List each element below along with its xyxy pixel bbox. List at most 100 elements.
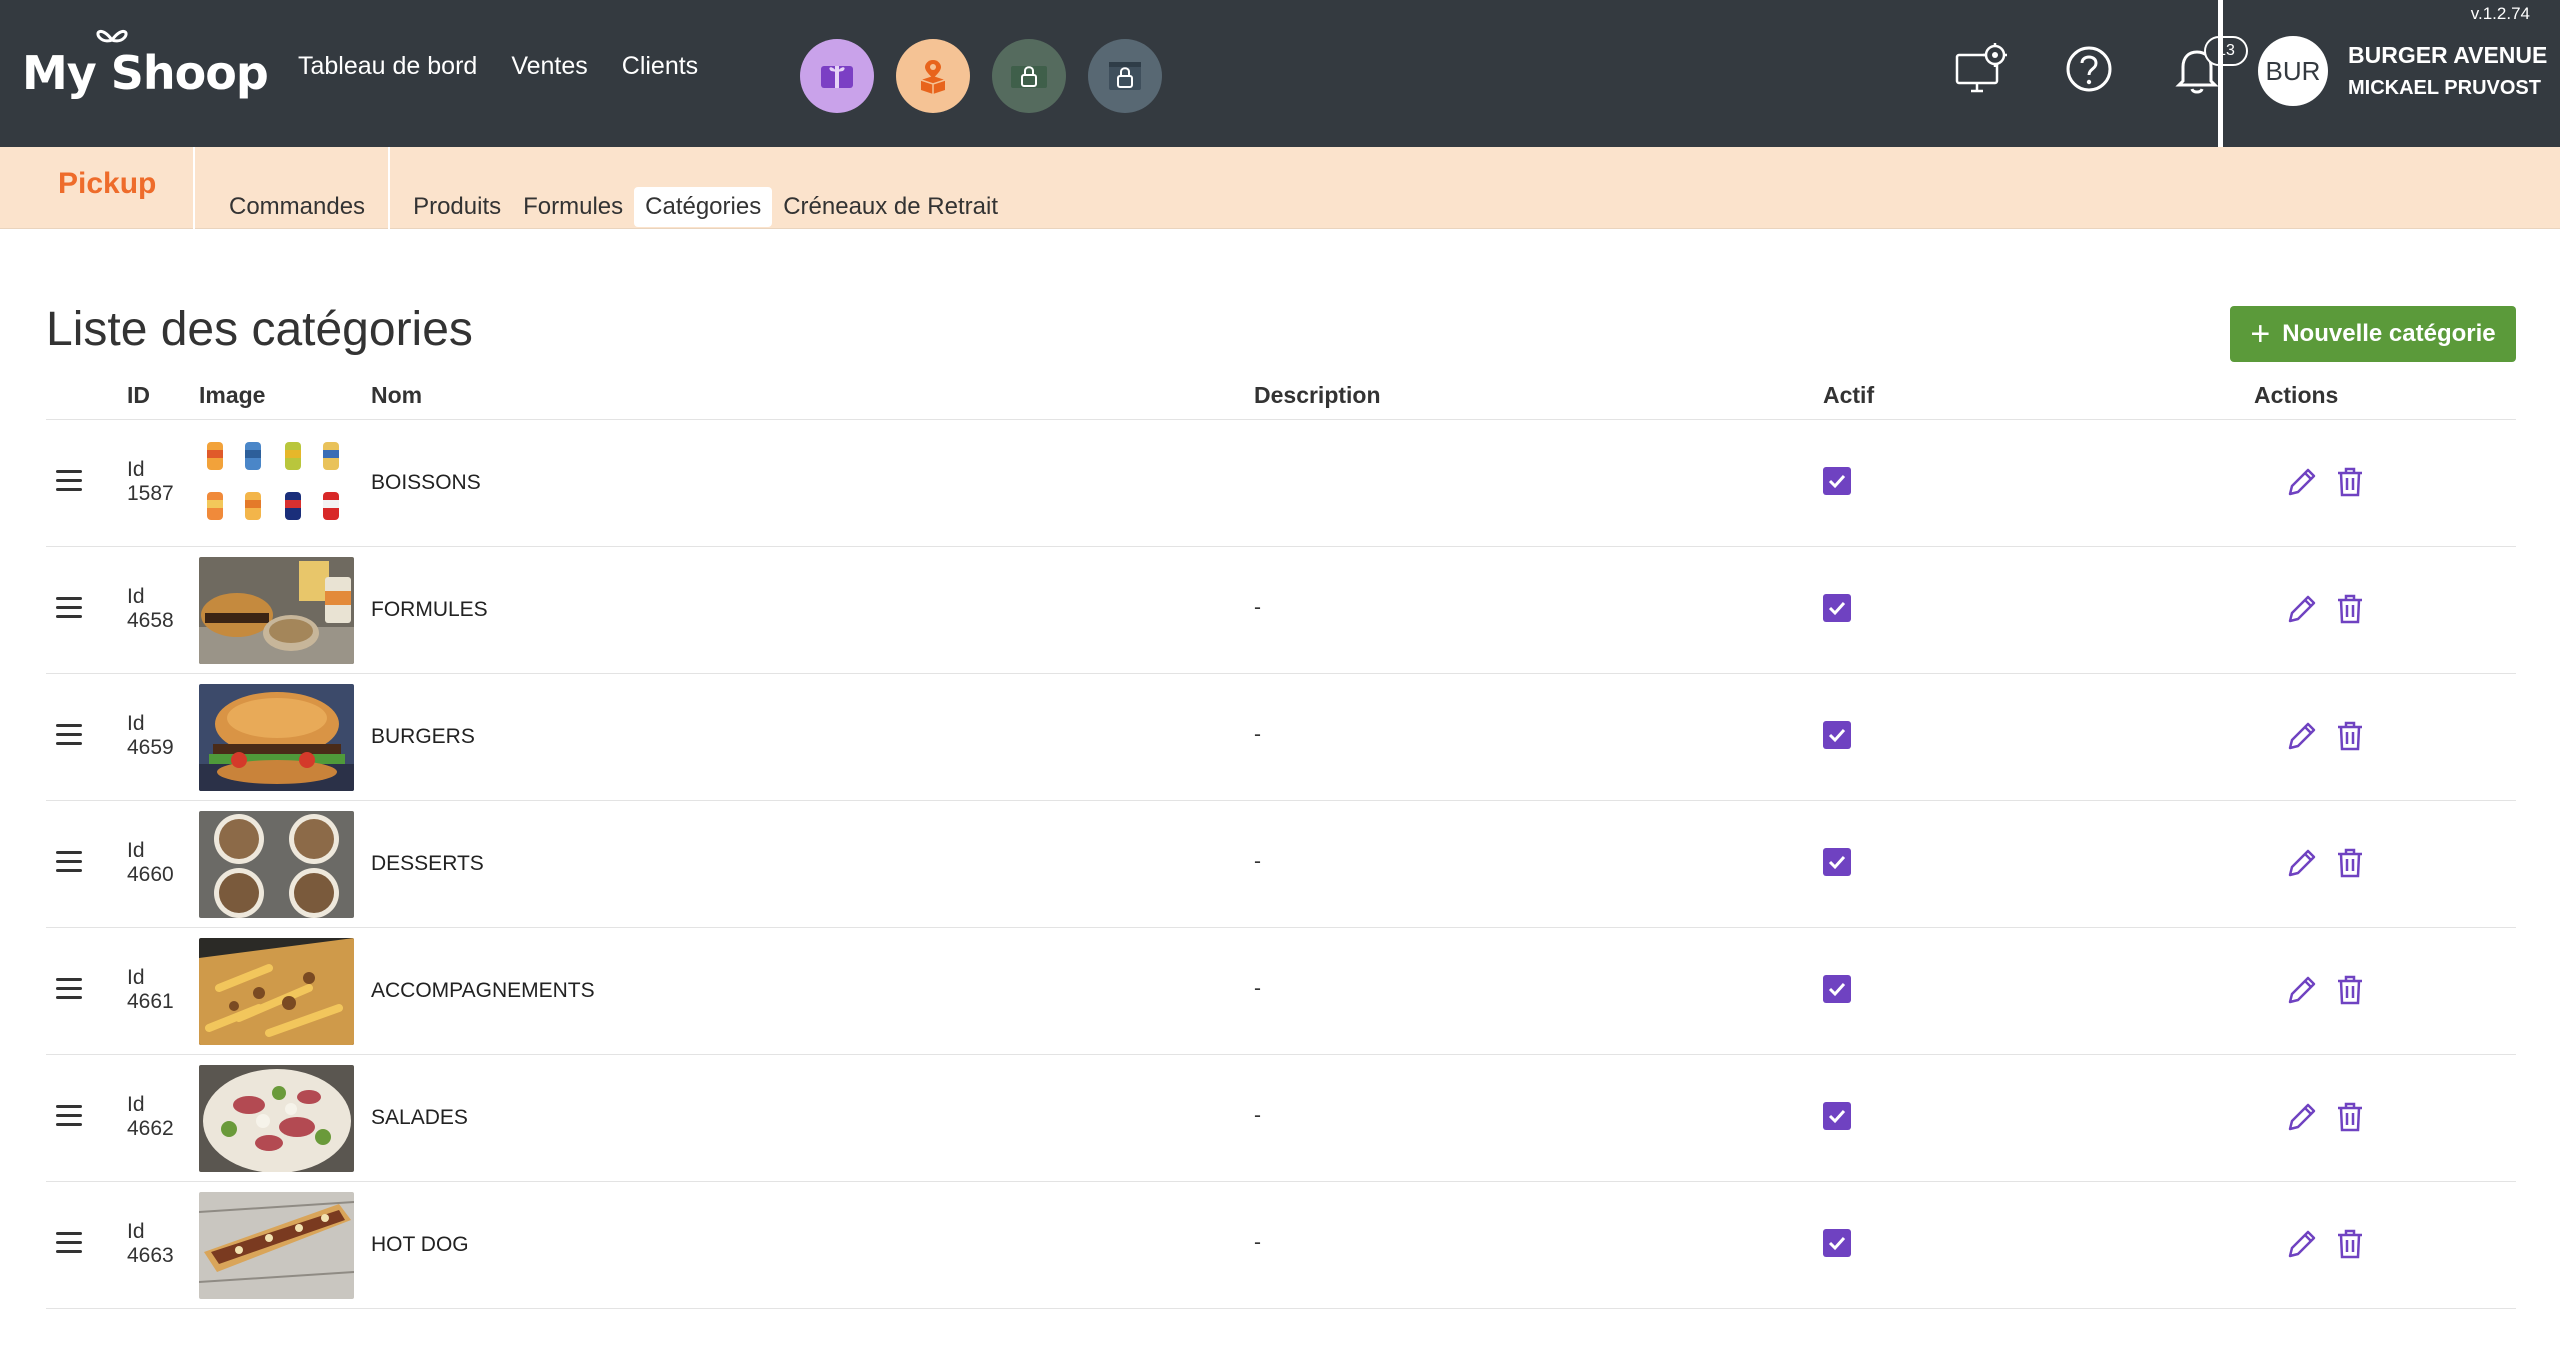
gift-card-module-button[interactable]	[800, 39, 874, 113]
active-checkbox[interactable]	[1823, 721, 1851, 749]
nav-sales[interactable]: Ventes	[511, 52, 587, 81]
delete-button[interactable]	[2332, 1226, 2368, 1262]
edit-button[interactable]	[2284, 845, 2320, 881]
new-category-label: Nouvelle catégorie	[2282, 320, 2496, 347]
row-id: Id 4662	[127, 1093, 174, 1141]
table-row: Id 1587 BOISSONS	[46, 420, 2516, 547]
table-row: Id 4663 HOT DOG -	[46, 1182, 2516, 1309]
active-checkbox[interactable]	[1823, 1229, 1851, 1257]
table-row: Id 4661 ACCOMPAGNEMENTS -	[46, 928, 2516, 1055]
trash-icon	[2338, 594, 2362, 624]
active-checkbox[interactable]	[1823, 467, 1851, 495]
locked-module-button[interactable]	[992, 39, 1066, 113]
row-id-label: Id	[127, 712, 145, 735]
category-image[interactable]	[199, 430, 354, 537]
delete-button[interactable]	[2332, 464, 2368, 500]
salad-image	[199, 1065, 354, 1172]
new-category-button[interactable]: + Nouvelle catégorie	[2230, 306, 2516, 362]
user-menu[interactable]: BUR BURGER AVENUE MICKAEL PRUVOST	[2258, 36, 2547, 106]
table-row: Id 4658 FORMULES -	[46, 547, 2516, 674]
table-row: Id 4659 BURGERS -	[46, 674, 2516, 801]
checkmark-icon	[1828, 728, 1846, 743]
trash-icon	[2338, 848, 2362, 878]
drag-handle-icon[interactable]	[56, 1105, 82, 1127]
active-checkbox[interactable]	[1823, 975, 1851, 1003]
display-settings-button[interactable]	[1950, 38, 2012, 100]
drag-handle-icon[interactable]	[56, 470, 82, 492]
tab-orders[interactable]: Commandes	[218, 187, 376, 227]
header-tools: 13	[1950, 36, 2248, 100]
row-id: Id 4661	[127, 966, 174, 1014]
delete-button[interactable]	[2332, 718, 2368, 754]
pencil-icon	[2288, 468, 2316, 496]
row-id-label: Id	[127, 458, 145, 481]
drag-handle-icon[interactable]	[56, 724, 82, 746]
tab-pickup-slots[interactable]: Créneaux de Retrait	[772, 187, 1009, 227]
row-id-label: Id	[127, 839, 145, 862]
edit-button[interactable]	[2284, 718, 2320, 754]
row-id-label: Id	[127, 585, 145, 608]
category-name: BOISSONS	[371, 471, 481, 494]
edit-button[interactable]	[2284, 1099, 2320, 1135]
categories-table: ID Image Nom Description Actif Actions I…	[46, 374, 2516, 1309]
delivery-module-button[interactable]	[896, 39, 970, 113]
category-description: -	[1254, 723, 1261, 746]
main-nav: Tableau de bord Ventes Clients	[298, 52, 698, 81]
menu-image	[199, 557, 354, 664]
top-header: My Shoop Tableau de bord Ventes Clients	[0, 0, 2560, 147]
edit-button[interactable]	[2284, 464, 2320, 500]
delivery-box-icon	[920, 60, 946, 94]
active-checkbox[interactable]	[1823, 1102, 1851, 1130]
checkmark-icon	[1828, 982, 1846, 997]
drag-handle-icon[interactable]	[56, 851, 82, 873]
col-id[interactable]: ID	[127, 382, 150, 409]
locked-module-icon	[1011, 66, 1047, 88]
nav-clients[interactable]: Clients	[622, 52, 698, 81]
category-description: -	[1254, 596, 1261, 619]
delete-button[interactable]	[2332, 591, 2368, 627]
category-image[interactable]	[199, 557, 354, 664]
locked-window-button[interactable]	[1088, 39, 1162, 113]
row-id: Id 4659	[127, 712, 174, 760]
table-row: Id 4662 SALADES -	[46, 1055, 2516, 1182]
category-image[interactable]	[199, 684, 354, 791]
subnav-separator	[193, 147, 195, 229]
category-image[interactable]	[199, 1192, 354, 1299]
nav-dashboard[interactable]: Tableau de bord	[298, 52, 477, 81]
row-id-label: Id	[127, 966, 145, 989]
page-title: Liste des catégories	[46, 303, 473, 356]
trash-icon	[2338, 721, 2362, 751]
row-id-value: 1587	[127, 482, 174, 505]
header-divider	[2218, 0, 2223, 147]
myshoop-logo[interactable]: My Shoop	[22, 28, 269, 118]
col-name[interactable]: Nom	[371, 382, 422, 409]
delete-button[interactable]	[2332, 1099, 2368, 1135]
notifications-badge: 13	[2204, 36, 2248, 66]
help-button[interactable]	[2058, 38, 2120, 100]
trash-icon	[2338, 1102, 2362, 1132]
edit-button[interactable]	[2284, 972, 2320, 1008]
delete-button[interactable]	[2332, 845, 2368, 881]
pickup-brand[interactable]: Pickup	[58, 167, 156, 201]
tab-categories[interactable]: Catégories	[634, 187, 773, 227]
edit-button[interactable]	[2284, 591, 2320, 627]
drag-handle-icon[interactable]	[56, 978, 82, 1000]
hotdog-image	[199, 1192, 354, 1299]
category-image[interactable]	[199, 811, 354, 918]
pencil-icon	[2288, 976, 2316, 1004]
category-image[interactable]	[199, 1065, 354, 1172]
category-description: -	[1254, 1231, 1261, 1254]
edit-button[interactable]	[2284, 1226, 2320, 1262]
active-checkbox[interactable]	[1823, 594, 1851, 622]
checkmark-icon	[1828, 474, 1846, 489]
row-id: Id 4658	[127, 585, 174, 633]
drag-handle-icon[interactable]	[56, 1232, 82, 1254]
tab-products[interactable]: Produits	[402, 187, 512, 227]
row-id-value: 4663	[127, 1244, 174, 1267]
category-image[interactable]	[199, 938, 354, 1045]
drag-handle-icon[interactable]	[56, 597, 82, 619]
tab-formulas[interactable]: Formules	[512, 187, 634, 227]
delete-button[interactable]	[2332, 972, 2368, 1008]
trash-icon	[2338, 467, 2362, 497]
active-checkbox[interactable]	[1823, 848, 1851, 876]
